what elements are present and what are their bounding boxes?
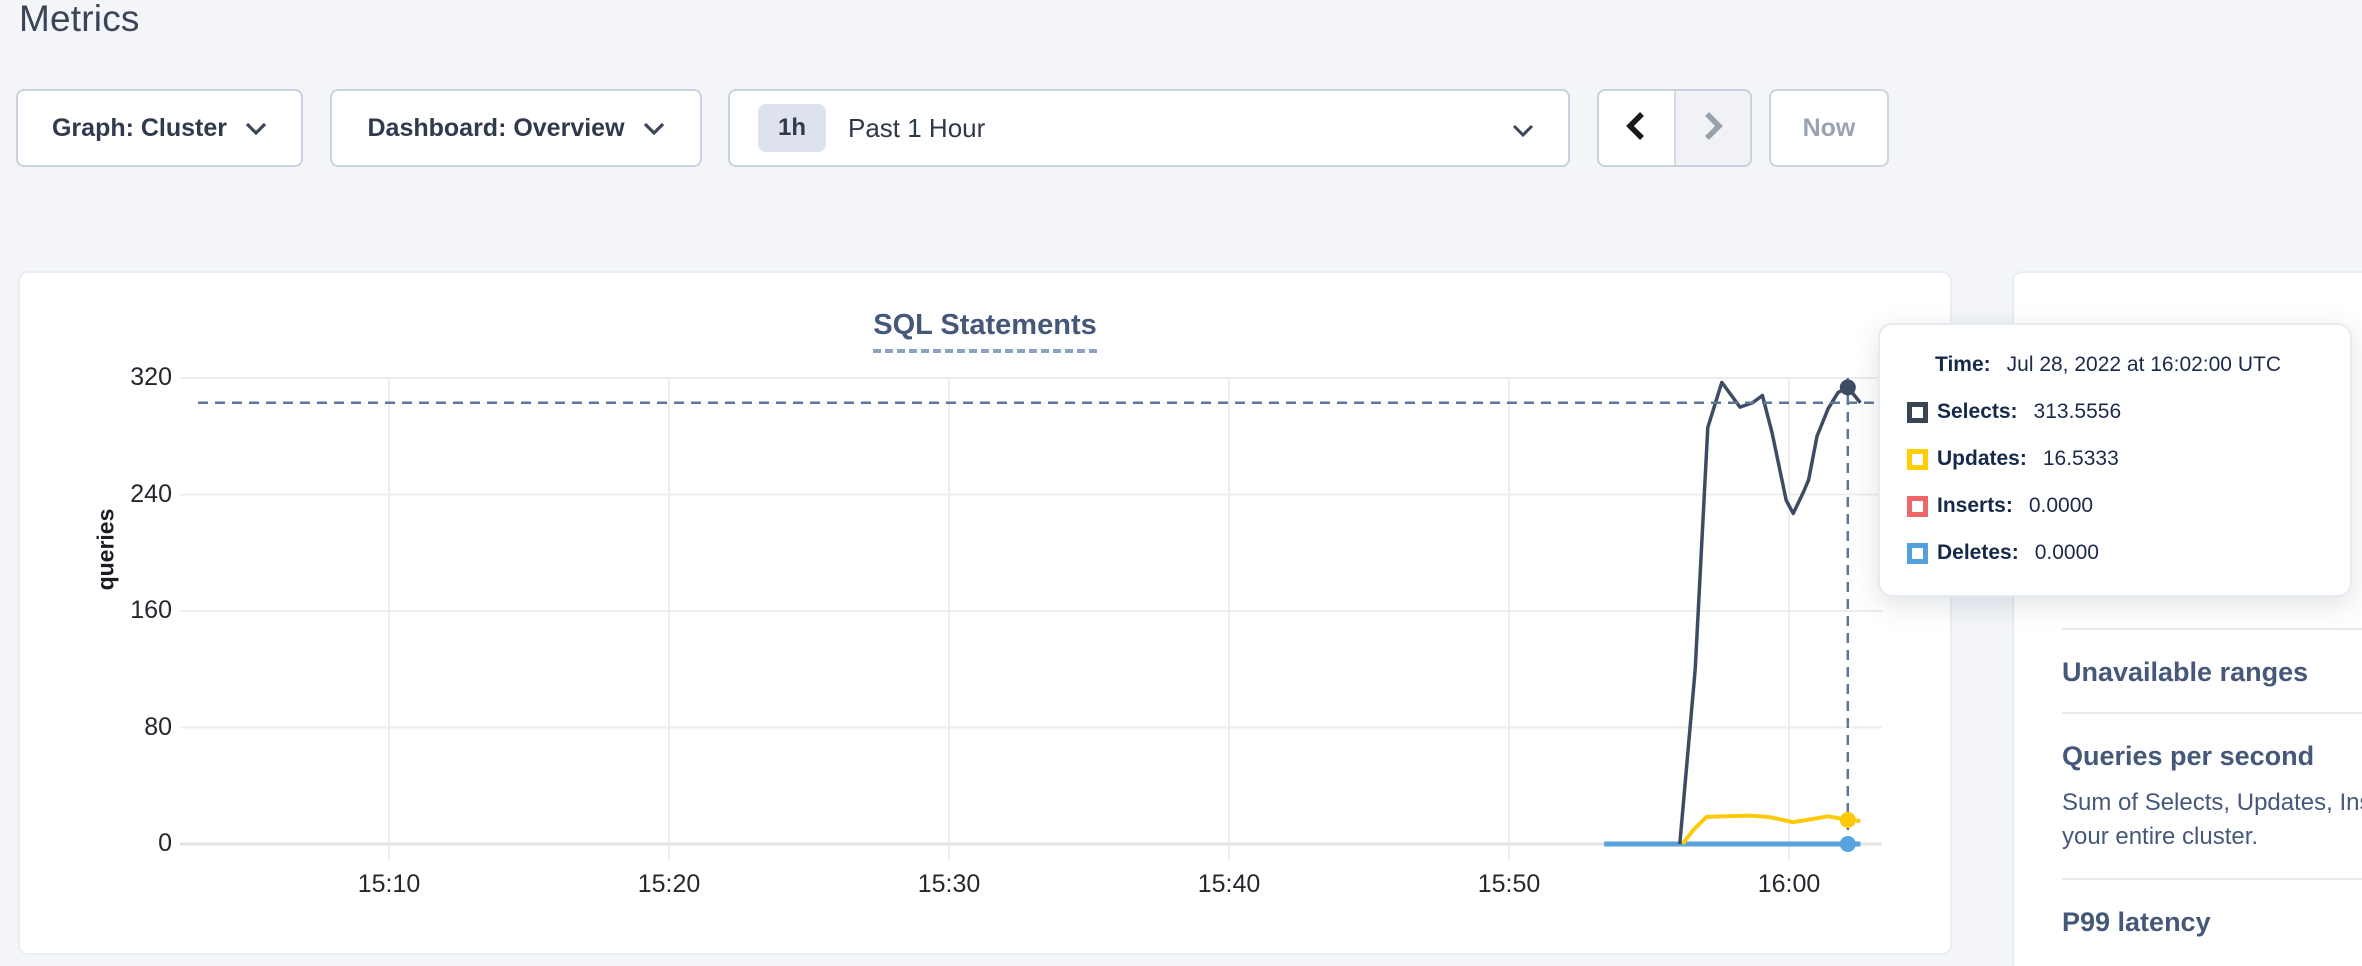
time-range-dropdown[interactable]: 1h Past 1 Hour (728, 89, 1570, 167)
series-swatch-icon (1907, 496, 1928, 517)
tooltip-row-deletes: Deletes: 0.0000 (1907, 539, 2350, 567)
chevron-down-icon (643, 114, 665, 143)
chart-title-wrap: SQL Statements (18, 309, 1952, 353)
tooltip-time-value: Jul 28, 2022 at 16:02:00 UTC (2007, 353, 2281, 377)
chevron-left-icon (1623, 110, 1649, 147)
x-tick-label: 15:40 (1159, 870, 1299, 899)
time-range-label: Past 1 Hour (848, 113, 985, 144)
y-tick-label: 80 (52, 713, 172, 742)
y-tick-label: 160 (52, 596, 172, 625)
time-step-controls (1597, 89, 1752, 167)
page-title: Metrics (19, 0, 140, 40)
sidebar-section: Unavailable ranges (2062, 628, 2362, 712)
prev-time-button[interactable] (1599, 91, 1676, 165)
series-swatch-icon (1907, 449, 1928, 470)
sql-statements-chart-card[interactable] (18, 271, 1952, 955)
y-tick-label: 240 (52, 480, 172, 509)
series-swatch-icon (1907, 402, 1928, 423)
sidebar-section: P99 latency (2062, 878, 2362, 962)
chart-title[interactable]: SQL Statements (873, 309, 1096, 353)
x-tick-label: 16:00 (1719, 870, 1859, 899)
chevron-down-icon (245, 114, 267, 143)
chevron-down-icon (1512, 124, 1534, 143)
metrics-page: Metrics Graph: Cluster Dashboard: Overvi… (0, 0, 2362, 966)
tooltip-row-label: Selects: (1937, 400, 2018, 424)
sidebar-section-title: Unavailable ranges (2062, 656, 2362, 688)
now-button[interactable]: Now (1769, 89, 1889, 167)
time-range-badge: 1h (758, 104, 826, 152)
y-tick-label: 0 (52, 829, 172, 858)
x-tick-label: 15:20 (599, 870, 739, 899)
sidebar-section-description: Sum of Selects, Updates, Inseryour entir… (2062, 786, 2362, 854)
x-tick-label: 15:10 (319, 870, 459, 899)
chevron-right-icon (1700, 110, 1726, 147)
tooltip-row-value: 0.0000 (2029, 494, 2093, 518)
sidebar-section: Queries per second Sum of Selects, Update… (2062, 712, 2362, 878)
y-tick-label: 320 (52, 363, 172, 392)
x-tick-label: 15:50 (1439, 870, 1579, 899)
series-swatch-icon (1907, 543, 1928, 564)
tooltip-row-label: Deletes: (1937, 541, 2019, 565)
dashboard-dropdown[interactable]: Dashboard: Overview (330, 89, 702, 167)
next-time-button[interactable] (1676, 91, 1751, 165)
dashboard-dropdown-label: Dashboard: Overview (367, 114, 624, 143)
tooltip-row-selects: Selects: 313.5556 (1907, 398, 2350, 426)
sidebar-section-title: P99 latency (2062, 906, 2362, 938)
graph-dropdown[interactable]: Graph: Cluster (16, 89, 303, 167)
tooltip-row-label: Updates: (1937, 447, 2027, 471)
tooltip-time-row: Time: Jul 28, 2022 at 16:02:00 UTC (1907, 351, 2350, 379)
tooltip-row-label: Inserts: (1937, 494, 2013, 518)
tooltip-time-label: Time: (1935, 353, 1991, 377)
x-tick-label: 15:30 (879, 870, 1019, 899)
tooltip-series-rows: Selects: 313.5556 Updates: 16.5333 Inserts: 0… (1907, 398, 2350, 567)
tooltip-row-inserts: Inserts: 0.0000 (1907, 492, 2350, 520)
graph-dropdown-label: Graph: Cluster (52, 114, 227, 143)
tooltip-row-value: 313.5556 (2034, 400, 2122, 424)
sidebar-section-title: Queries per second (2062, 740, 2362, 772)
tooltip-row-value: 0.0000 (2035, 541, 2099, 565)
chart-tooltip: Time: Jul 28, 2022 at 16:02:00 UTC Selec… (1878, 323, 2352, 597)
tooltip-row-updates: Updates: 16.5333 (1907, 445, 2350, 473)
tooltip-row-value: 16.5333 (2043, 447, 2119, 471)
sidebar-sections: Unavailable ranges Queries per second Sum … (2062, 628, 2362, 962)
